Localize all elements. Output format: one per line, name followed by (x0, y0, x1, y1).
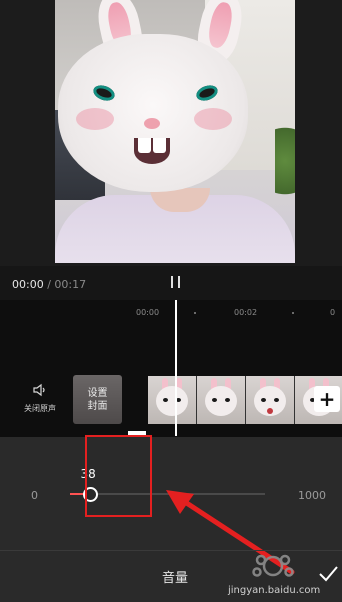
pause-icon (171, 276, 173, 288)
volume-max-label: 1000 (298, 489, 326, 502)
rabbit-tooth (138, 138, 151, 153)
add-clip-button[interactable]: + (314, 386, 340, 412)
rabbit-tooth (153, 138, 166, 153)
timeline-area: 00:00 00:02 0 关闭原声 设置 封面 + (0, 300, 342, 437)
mute-original-label: 关闭原声 (24, 404, 56, 413)
confirm-check-icon[interactable] (317, 563, 339, 585)
pause-icon (178, 276, 180, 288)
background-plant (275, 125, 295, 215)
set-cover-button[interactable]: 设置 封面 (73, 375, 122, 424)
volume-title: 音量 (162, 571, 189, 586)
clip-thumbnail (197, 376, 246, 424)
ruler-tick (292, 312, 294, 314)
rabbit-eye-left (91, 82, 117, 104)
rabbit-blush-right (194, 108, 232, 130)
cover-label-line2: 封面 (87, 401, 108, 412)
watermark-text: jingyan.baidu.com (228, 585, 321, 596)
playhead[interactable] (175, 300, 177, 436)
pause-button[interactable] (168, 274, 184, 290)
set-cover-label: 设置 封面 (73, 375, 122, 413)
video-frame[interactable] (55, 0, 295, 263)
time-separator: / (47, 278, 51, 291)
cover-label-line1: 设置 (87, 388, 108, 399)
ruler-label: 00:00 (136, 308, 160, 317)
ruler-label: 0 (330, 308, 336, 317)
rabbit-face-filter (58, 34, 248, 192)
mute-original-button[interactable]: 关闭原声 (18, 382, 62, 414)
rabbit-nose (144, 118, 160, 129)
rabbit-eye-right (194, 82, 220, 104)
ruler-tick (194, 312, 196, 314)
current-time: 00:00 (12, 278, 44, 291)
clip-thumbnail (148, 376, 197, 424)
video-preview-area (0, 0, 342, 266)
total-time: 00:17 (54, 278, 87, 291)
clip-thumbnail (246, 376, 295, 424)
rabbit-blush-left (76, 108, 114, 130)
ruler-label: 00:02 (234, 308, 258, 317)
speaker-icon (33, 383, 45, 397)
video-clip-track[interactable] (148, 376, 342, 424)
volume-min-label: 0 (31, 489, 38, 502)
playback-time: 00:00 / 00:17 (12, 278, 86, 291)
rabbit-mouth (134, 138, 170, 164)
annotation-highlight-box (85, 435, 152, 517)
